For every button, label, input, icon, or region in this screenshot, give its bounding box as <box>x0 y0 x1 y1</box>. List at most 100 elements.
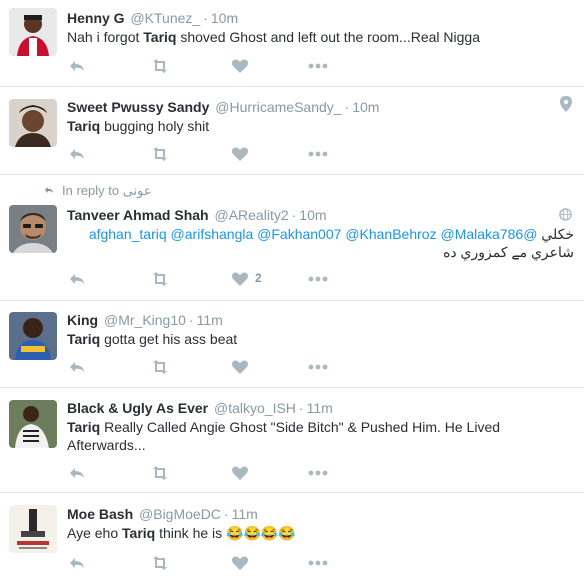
fullname[interactable]: Sweet Pwussy Sandy <box>67 99 209 115</box>
username[interactable]: @talkyo_ISH <box>214 400 296 416</box>
in-reply-name[interactable]: عونی <box>123 183 152 198</box>
more-button[interactable] <box>307 357 329 377</box>
tweet-header: Sweet Pwussy Sandy @HurricameSandy_ · 10m <box>67 98 379 116</box>
username[interactable]: @AReality2 <box>214 207 288 223</box>
avatar[interactable] <box>9 205 57 253</box>
more-button[interactable] <box>307 144 329 164</box>
tweet[interactable]: King @Mr_King10 · 11m Tariq gotta get his … <box>0 301 584 388</box>
separator-dot: · <box>188 312 194 328</box>
timestamp[interactable]: 11m <box>197 312 223 328</box>
mention-link[interactable]: @Fakhan007 <box>257 226 341 242</box>
timestamp[interactable]: 11m <box>232 506 258 522</box>
reply-button[interactable] <box>67 56 87 76</box>
retweet-button[interactable] <box>149 144 171 164</box>
retweet-button[interactable] <box>149 357 171 377</box>
like-button[interactable] <box>231 357 249 377</box>
timestamp[interactable]: 10m <box>211 10 238 26</box>
tweet[interactable]: Sweet Pwussy Sandy @HurricameSandy_ · 10m … <box>0 87 584 175</box>
text-segment: bugging holy shit <box>100 118 210 134</box>
like-button[interactable] <box>231 56 249 76</box>
text-segment: خکلي <box>541 226 574 242</box>
reply-icon <box>44 187 54 193</box>
tweet[interactable]: Moe Bash @BigMoeDC · 11m Aye eho Tariq thi… <box>0 493 584 579</box>
more-icon <box>308 63 328 69</box>
more-button[interactable] <box>307 553 329 573</box>
retweet-button[interactable] <box>149 463 171 483</box>
username[interactable]: @HurricameSandy_ <box>215 99 341 115</box>
retweet-icon <box>153 59 167 73</box>
avatar[interactable] <box>9 99 57 147</box>
text-segment: Aye eho <box>67 525 123 541</box>
avatar[interactable] <box>9 400 57 448</box>
location-button[interactable] <box>560 96 572 117</box>
heart-icon <box>232 59 248 73</box>
like-button[interactable] <box>231 144 249 164</box>
emoji-laughing: 😂😂😂😂 <box>226 525 296 541</box>
fullname[interactable]: Henny G <box>67 10 125 26</box>
reply-button[interactable] <box>67 553 87 573</box>
reply-icon <box>70 362 84 372</box>
like-button[interactable] <box>231 463 249 483</box>
more-icon <box>308 151 328 157</box>
tweet-header: King @Mr_King10 · 11m <box>67 311 223 329</box>
mention-link[interactable]: @KhanBehroz <box>345 226 436 242</box>
username[interactable]: @BigMoeDC <box>139 506 221 522</box>
timestamp[interactable]: 10m <box>352 99 379 115</box>
retweet-button[interactable] <box>149 56 171 76</box>
reply-button[interactable] <box>67 357 87 377</box>
in-reply-label: In reply to <box>62 183 120 198</box>
timestamp[interactable]: 10m <box>299 207 326 223</box>
avatar[interactable] <box>9 312 57 360</box>
heart-icon <box>232 556 248 570</box>
text-segment: shoved Ghost and left out the room...Rea… <box>176 29 480 45</box>
text-segment: Nah i forgot <box>67 29 144 45</box>
tweet[interactable]: Henny G @KTunez_ · 10m Nah i forgot Tariq … <box>0 0 584 87</box>
location-pin-icon <box>560 96 572 112</box>
avatar[interactable] <box>9 505 57 553</box>
like-button[interactable] <box>231 553 249 573</box>
separator-dot: · <box>203 10 208 26</box>
heart-icon <box>232 466 248 480</box>
reply-button[interactable] <box>67 269 87 289</box>
tweet-text: Nah i forgot Tariq shoved Ghost and left… <box>67 28 557 46</box>
tweet-text-line: خکلي @afghan_tariq @arifshangla @Fakhan0… <box>67 225 574 243</box>
retweet-icon <box>153 272 167 286</box>
username[interactable]: @Mr_King10 <box>104 312 186 328</box>
like-button[interactable]: 2 <box>231 269 271 289</box>
separator-dot: · <box>344 99 350 115</box>
tweet-text: Aye eho Tariq think he is 😂😂😂😂 <box>67 524 557 542</box>
tweet-text-line: شاعري مے کمزوري ده <box>443 244 574 260</box>
more-icon <box>308 276 328 282</box>
retweet-button[interactable] <box>149 269 171 289</box>
username[interactable]: @KTunez_ <box>130 10 200 26</box>
highlight-term: Tariq <box>67 331 101 347</box>
tweet-header: Black & Ugly As Ever @talkyo_ISH · 11m <box>67 399 333 417</box>
mention-link[interactable]: @Malaka786 <box>440 226 523 242</box>
text-segment: think he is <box>155 525 227 541</box>
fullname[interactable]: Tanveer Ahmad Shah <box>67 207 209 223</box>
reply-button[interactable] <box>67 463 87 483</box>
tweet-text: Tariq gotta get his ass beat <box>67 330 557 348</box>
retweet-icon <box>153 556 167 570</box>
avatar[interactable] <box>9 8 57 56</box>
fullname[interactable]: King <box>67 312 98 328</box>
globe-button[interactable] <box>559 208 572 226</box>
separator-dot: · <box>298 400 304 416</box>
mention-link[interactable]: @arifshangla <box>171 226 254 242</box>
timestamp[interactable]: 11m <box>307 400 333 416</box>
highlight-term: Tariq <box>67 118 101 134</box>
heart-icon <box>232 272 248 286</box>
retweet-icon <box>153 360 167 374</box>
in-reply-to[interactable]: In reply to عونی <box>42 183 152 199</box>
retweet-button[interactable] <box>149 553 171 573</box>
reply-icon <box>70 149 84 159</box>
tweet[interactable]: Black & Ugly As Ever @talkyo_ISH · 11m Tar… <box>0 388 584 493</box>
fullname[interactable]: Black & Ugly As Ever <box>67 400 208 416</box>
tweet[interactable]: In reply to عونی Tanveer Ahmad Shah @ARe… <box>0 175 584 301</box>
fullname[interactable]: Moe Bash <box>67 506 133 522</box>
more-button[interactable] <box>307 56 329 76</box>
more-button[interactable] <box>307 269 329 289</box>
reply-button[interactable] <box>67 144 87 164</box>
more-button[interactable] <box>307 463 329 483</box>
tweet-header: Tanveer Ahmad Shah @AReality2 · 10m <box>67 206 327 224</box>
